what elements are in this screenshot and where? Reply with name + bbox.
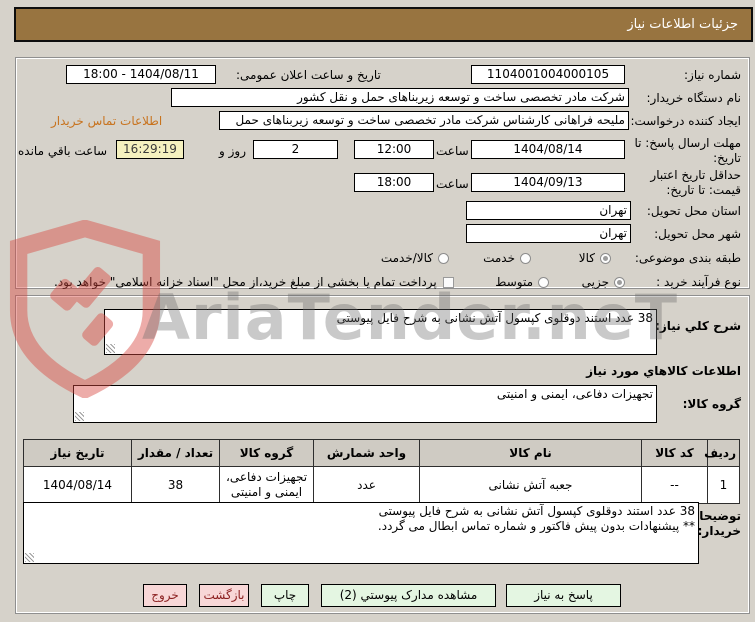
buyer-notes-line: ** پیشنهادات بدون پیش فاکتور و شماره تما… (377, 519, 695, 533)
need-desc-textarea[interactable]: 38 عدد استند دوقلوی کپسول آتش نشانی به ش… (104, 309, 657, 355)
price-validity-time-field[interactable]: 18:00 (354, 173, 434, 192)
buyer-notes-textarea[interactable]: 38 عدد استند دوقلوی کپسول آتش نشانی به ش… (23, 502, 699, 564)
goods-table: ردیف کد کالا نام کالا واحد شمارش گروه کا… (23, 439, 740, 504)
checkbox-icon[interactable] (442, 277, 454, 288)
goods-table-header-row: ردیف کد کالا نام کالا واحد شمارش گروه کا… (23, 439, 740, 467)
response-deadline-label: مهلت ارسال پاسخ: تا تاریخ: (634, 136, 741, 165)
request-creator-label: ایجاد کننده درخواست: (630, 114, 741, 128)
buyer-contact-link[interactable]: اطلاعات تماس خریدار (51, 114, 162, 128)
view-attached-docs-button[interactable]: مشاهده مدارک پیوستي (2) (321, 584, 496, 607)
purchase-type-label: نوع فرآیند خرید : (656, 275, 741, 289)
remaining-days-field: 2 (253, 140, 338, 159)
radio-icon[interactable] (520, 253, 531, 264)
radio-icon[interactable] (614, 277, 625, 288)
col-quantity: تعداد / مقدار (131, 439, 220, 467)
city-field[interactable]: تهران (466, 224, 631, 243)
announce-datetime-label: تاریخ و ساعت اعلان عمومی: (236, 68, 381, 82)
col-item-group: گروه کالا (219, 439, 314, 467)
radio-icon[interactable] (600, 253, 611, 264)
buyer-org-label: نام دستگاه خریدار: (646, 91, 742, 105)
radio-option-goods-service[interactable]: کالا/خدمت (381, 251, 449, 265)
radio-icon[interactable] (438, 253, 449, 264)
need-info-groupbox: شماره نیاز: 1104001004000105 تاریخ و ساع… (15, 57, 750, 289)
cell-row-number: 1 (707, 466, 740, 504)
cell-quantity: 38 (131, 466, 220, 504)
cell-item-group: تجهیزات دفاعی، ایمنی و امنیتی (219, 466, 314, 504)
request-creator-field[interactable]: ملیحه فراهانی کارشناس شرکت مادر تخصصی سا… (219, 111, 629, 130)
province-label: استان محل تحویل: (646, 204, 741, 218)
countdown-timer: 16:29:19 (116, 140, 184, 159)
page-title: جزئیات اطلاعات نیاز (627, 17, 738, 32)
exit-button[interactable]: خروج (143, 584, 187, 607)
col-need-date: تاریخ نیاز (23, 439, 132, 467)
col-row-number: ردیف (704, 439, 740, 467)
response-deadline-date-field[interactable]: 1404/08/14 (471, 140, 625, 159)
respond-to-need-button[interactable]: پاسخ به نیاز (506, 584, 621, 607)
col-item-code: کد کالا (641, 439, 708, 467)
cell-item-code: -- (641, 466, 708, 504)
city-label: شهر محل تحویل: (654, 227, 741, 241)
col-item-name: نام کالا (419, 439, 642, 467)
title-bar: جزئیات اطلاعات نیاز (14, 7, 753, 42)
cell-count-unit: عدد (313, 466, 420, 504)
hours-remaining-label: ساعت باقي مانده (18, 144, 108, 158)
need-details-page: { "title_bar": { "title": "جزئیات اطلاعا… (0, 0, 755, 622)
print-button[interactable]: چاپ (261, 584, 309, 607)
col-count-unit: واحد شمارش (313, 439, 420, 467)
need-number-field[interactable]: 1104001004000105 (471, 65, 625, 84)
radio-icon[interactable] (538, 277, 549, 288)
province-field[interactable]: تهران (466, 201, 631, 220)
response-time-field[interactable]: 12:00 (354, 140, 434, 159)
days-and-label: روز و (219, 144, 246, 158)
radio-option-medium[interactable]: متوسط (495, 275, 549, 289)
price-validity-label: حداقل تاریخ اعتبار قیمت: تا تاریخ: (650, 168, 741, 197)
radio-option-goods[interactable]: کالا (579, 251, 611, 265)
cell-item-name: جعبه آتش نشانی (419, 466, 642, 504)
resize-grip-icon[interactable] (25, 553, 34, 562)
buyer-org-field[interactable]: شرکت مادر تخصصی ساخت و توسعه زیربناهای ح… (171, 88, 629, 107)
price-validity-date-field[interactable]: 1404/09/13 (471, 173, 625, 192)
need-number-label: شماره نیاز: (684, 68, 741, 82)
announce-datetime-field[interactable]: 1404/08/11 - 18:00 (66, 65, 216, 84)
buyer-notes-line: 38 عدد استند دوقلوی کپسول آتش نشانی به ش… (378, 504, 695, 518)
treasury-checkbox-option[interactable]: پرداخت تمام یا بخشی از مبلغ خرید،از محل … (54, 275, 454, 289)
goods-section-heading: اطلاعات کالاهاي مورد نیاز (586, 364, 741, 378)
goods-group-label: گروه کالا: (682, 397, 741, 411)
radio-option-minor[interactable]: جزیی (582, 275, 625, 289)
subject-class-label: طبقه بندی موضوعی: (634, 251, 741, 265)
resize-grip-icon[interactable] (75, 412, 84, 421)
cell-need-date: 1404/08/14 (23, 466, 132, 504)
radio-option-service[interactable]: خدمت (483, 251, 531, 265)
response-hour-label: ساعت (436, 144, 469, 158)
back-button[interactable]: بازگشت (199, 584, 249, 607)
goods-group-textarea[interactable]: تجهیزات دفاعی، ایمنی و امنیتی (73, 385, 657, 423)
need-desc-label: شرح کلي نیاز: (655, 319, 741, 333)
price-validity-hour-label: ساعت (436, 177, 469, 191)
resize-grip-icon[interactable] (106, 344, 115, 353)
need-details-groupbox: شرح کلي نیاز: 38 عدد استند دوقلوی کپسول … (15, 295, 750, 614)
goods-table-row[interactable]: 1 -- جعبه آتش نشانی عدد تجهیزات دفاعی، ا… (23, 466, 740, 504)
